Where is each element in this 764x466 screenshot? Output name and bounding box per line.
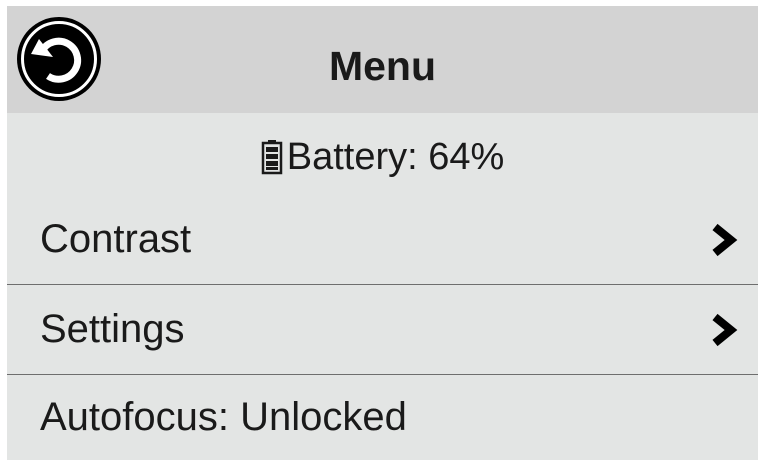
menu-screen: Menu Battery: 64% Contrast Settings Auto… [7,6,758,460]
back-button[interactable] [16,16,102,102]
page-title: Menu [328,43,437,89]
chevron-right-icon [710,223,738,257]
battery-status: Battery: 64% [7,113,758,195]
menu-item-label: Settings [40,307,185,351]
menu-item-autofocus[interactable]: Autofocus: Unlocked [7,375,758,460]
menu-item-contrast[interactable]: Contrast [7,195,758,283]
menu-item-label: Contrast [40,217,192,261]
battery-icon [261,139,283,175]
chevron-right-icon [710,313,738,347]
battery-label: Battery: 64% [286,135,505,178]
header-bar: Menu [7,6,758,113]
back-icon [17,17,101,101]
menu-item-label: Autofocus: Unlocked [40,395,407,439]
menu-item-settings[interactable]: Settings [7,285,758,373]
